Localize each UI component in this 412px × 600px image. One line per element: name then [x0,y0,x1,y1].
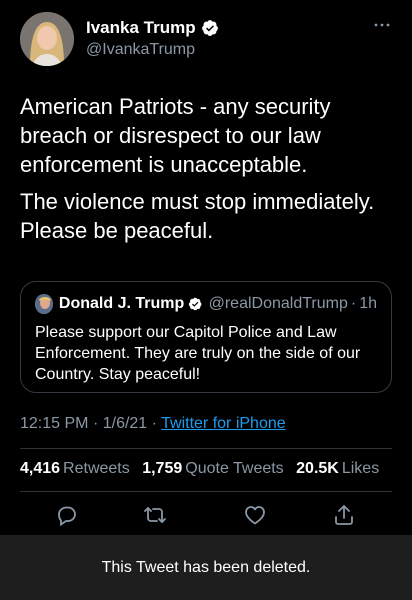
verified-badge-icon [189,297,202,311]
quoted-tweet-header: Donald J. Trump @realDonaldTrump · 1h [35,294,377,314]
tweet-actions [0,500,412,530]
verified-badge-icon [201,20,218,36]
divider [20,448,392,449]
quote-tweets-label: Quote Tweets [185,460,284,477]
like-icon[interactable] [243,503,267,527]
quoted-tweet[interactable]: Donald J. Trump @realDonaldTrump · 1h Pl… [20,281,392,393]
retweets-count: 4,416 [20,460,61,477]
quoted-tweet-text: Please support our Capitol Police and La… [35,324,361,383]
retweets-label: Retweets [63,460,130,477]
meta-separator: · [151,415,157,432]
deleted-tweet-banner: This Tweet has been deleted. [0,535,412,600]
tweet-source-link[interactable]: Twitter for iPhone [161,415,286,432]
quoted-author-avatar [35,294,53,314]
tweet-stats: 4,416 Retweets 1,759 Quote Tweets 20.5K Lik… [20,460,387,478]
tweet-meta: 12:15 PM · 1/6/21 · Twitter for iPhone [20,415,286,433]
tweet-paragraph: The violence must stop immediately. Plea… [20,189,375,243]
share-icon[interactable] [332,503,356,527]
quoted-author-name: Donald J. Trump [58,295,185,312]
likes-count: 20.5K [296,460,339,477]
deleted-tweet-message: This Tweet has been deleted. [101,558,311,576]
tweet: Ivanka Trump @IvankaTrump American Patri… [0,0,412,535]
reply-icon[interactable] [55,503,79,527]
tweet-time: 12:15 PM [20,415,89,432]
author-handle[interactable]: @IvankaTrump [86,41,219,59]
quote-tweets-stat[interactable]: 1,759 Quote Tweets [142,460,283,477]
retweets-stat[interactable]: 4,416 Retweets [20,460,130,477]
tweet-text: American Patriots - any security breach … [20,92,392,253]
author-avatar[interactable] [20,12,74,66]
meta-separator: · [92,415,99,432]
tweet-paragraph: American Patriots - any security breach … [20,94,331,177]
author-name[interactable]: Ivanka Trump [86,18,219,38]
divider [20,491,392,492]
retweet-icon[interactable] [143,503,167,527]
quote-tweets-count: 1,759 [142,460,183,477]
author-name-text: Ivanka Trump [86,18,196,37]
more-options-icon[interactable] [372,18,392,32]
likes-label: Likes [341,460,380,477]
quoted-author-handle: @realDonaldTrump [208,295,348,312]
likes-stat[interactable]: 20.5K Likes [296,460,379,477]
quoted-timestamp: 1h [359,295,377,312]
tweet-header: Ivanka Trump @IvankaTrump [20,12,392,68]
tweet-date: 1/6/21 [102,415,148,432]
quoted-separator: · [350,295,357,312]
